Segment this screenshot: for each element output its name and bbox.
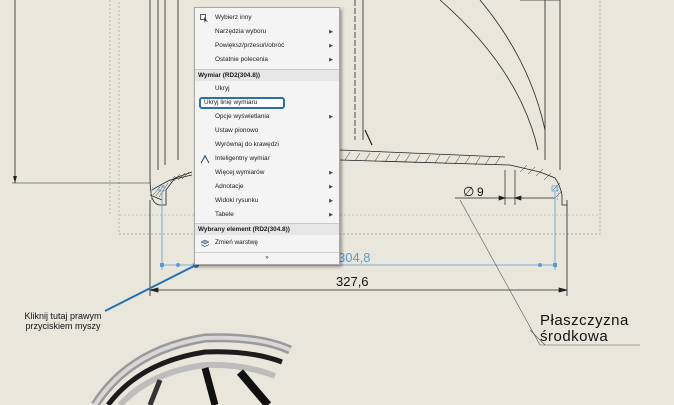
menu-item-change-layer[interactable]: Zmień warstwę	[195, 237, 339, 249]
menu-item-label: Opcje wyświetlania	[215, 113, 270, 120]
plane-label-line1: Płaszczyzna	[540, 312, 629, 329]
menu-item-label: Powiększ/przesuń/obróć	[215, 42, 285, 49]
callout-pointer-line	[104, 264, 197, 312]
menu-item-label: Tabele	[215, 211, 234, 218]
context-menu: Wybierz inny Narzędzia wyboru ▶ Powiększ…	[194, 7, 340, 265]
menu-item-annotations[interactable]: Adnotacje ▶	[195, 181, 339, 193]
plane-label: Płaszczyzna środkowa	[540, 313, 629, 345]
selected-dimension-value[interactable]: 304,8	[338, 250, 371, 265]
submenu-arrow-icon: ▶	[329, 57, 333, 63]
callout-instruction: Kliknij tutaj prawym przyciskiem myszy	[24, 311, 102, 331]
menu-item-label: Ustaw pionowo	[215, 127, 259, 134]
menu-section-selected-entity: Wybrany element (RD2(304.8))	[195, 223, 339, 235]
menu-item-hide[interactable]: Ukryj	[195, 83, 339, 95]
menu-item-label: Wybierz inny	[215, 14, 252, 21]
menu-item-tables[interactable]: Tabele ▶	[195, 209, 339, 221]
menu-item-selection-tools[interactable]: Narzędzia wyboru ▶	[195, 26, 339, 38]
submenu-arrow-icon: ▶	[329, 212, 333, 218]
expand-menu-chevron-icon[interactable]: »	[195, 252, 339, 264]
menu-item-label: Więcej wymiarów	[215, 169, 265, 176]
menu-item-select-other[interactable]: Wybierz inny	[195, 12, 339, 24]
menu-item-label: Narzędzia wyboru	[215, 28, 267, 35]
menu-item-label: Ukryj	[215, 85, 230, 92]
submenu-arrow-icon: ▶	[329, 184, 333, 190]
menu-item-set-vertical[interactable]: Ustaw pionowo	[195, 125, 339, 137]
menu-item-label: Adnotacje	[215, 183, 244, 190]
menu-item-smart-dimension[interactable]: Inteligentny wymiar	[195, 153, 339, 165]
menu-item-label: Wyrównaj do krawędzi	[215, 141, 279, 148]
menu-item-drawing-views[interactable]: Widoki rysunku ▶	[195, 195, 339, 207]
submenu-arrow-icon: ▶	[329, 43, 333, 49]
submenu-arrow-icon: ▶	[329, 198, 333, 204]
rim-section-left	[149, 0, 193, 206]
diameter-symbol: ∅	[463, 184, 474, 199]
menu-item-label: Widoki rysunku	[215, 197, 259, 204]
submenu-arrow-icon: ▶	[329, 114, 333, 120]
smart-dimension-icon	[200, 155, 210, 164]
wheel-render-image	[91, 333, 292, 405]
menu-item-zoom-pan-rotate[interactable]: Powiększ/przesuń/obróć ▶	[195, 40, 339, 52]
menu-item-label: Ukryj linię wymiaru	[204, 99, 258, 106]
menu-item-hide-dimension-line[interactable]: Ukryj linię wymiaru	[195, 97, 339, 109]
menu-item-align-to-edge[interactable]: Wyrównaj do krawędzi	[195, 139, 339, 151]
plane-label-line2: środkowa	[540, 328, 609, 345]
menu-item-label: Inteligentny wymiar	[215, 155, 270, 162]
menu-item-more-dimensions[interactable]: Więcej wymiarów ▶	[195, 167, 339, 179]
diameter-value: 9	[477, 185, 484, 199]
select-other-icon	[200, 14, 209, 23]
menu-item-display-options[interactable]: Opcje wyświetlania ▶	[195, 111, 339, 123]
menu-item-label: Ostatnie polecenia	[215, 56, 268, 63]
layer-icon	[200, 239, 210, 247]
submenu-arrow-icon: ▶	[329, 29, 333, 35]
menu-item-label: Zmień warstwę	[215, 239, 258, 246]
menu-section-dimension: Wymiar (RD2(304.8))	[195, 69, 339, 81]
menu-item-recent-commands[interactable]: Ostatnie polecenia ▶	[195, 54, 339, 66]
overall-dimension-value: 327,6	[336, 274, 369, 289]
submenu-arrow-icon: ▶	[329, 170, 333, 176]
